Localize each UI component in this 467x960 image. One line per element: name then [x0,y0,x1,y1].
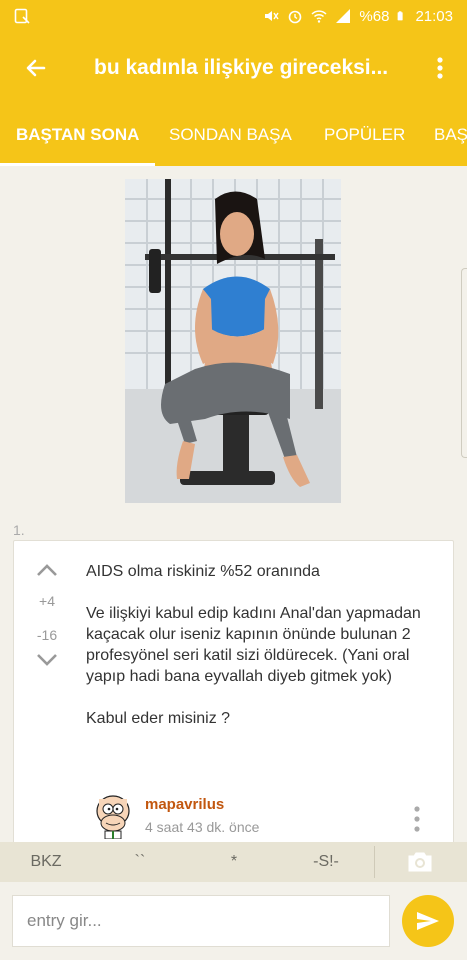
alarm-icon [289,10,302,24]
screenshot-icon [14,8,30,24]
send-button[interactable] [402,895,454,947]
entry-time[interactable]: 4 saat 43 dk. önce [145,819,259,835]
downvote-button[interactable] [32,653,62,672]
back-arrow-icon [26,59,46,77]
back-button[interactable] [0,32,72,104]
hidden-bkz-button[interactable]: `` [108,842,172,882]
sort-tabs: BAŞTAN SONA SONDAN BAŞA POPÜLER BAŞ [0,104,467,166]
entry-input[interactable] [12,895,390,947]
entry-card: +4 -16 AIDS olma riskiniz %52 oranında V… [13,540,454,842]
entry-list[interactable]: 1. +4 -16 AIDS olma riskiniz %52 oranınd… [0,166,467,842]
author-link[interactable]: mapavrilus [145,796,224,813]
app-bar: bu kadınla ilişkiye gireceksi... [0,32,467,104]
avatar[interactable] [89,791,137,839]
battery-percent: %68 [359,7,390,25]
entry-paragraph: AIDS olma riskiniz %52 oranında [86,563,320,580]
formatting-bar: BKZ `` * -S!- [0,842,467,882]
chevron-up-icon [37,564,57,576]
more-vert-icon [437,57,443,79]
camera-icon [408,852,432,872]
chevron-down-icon [37,654,57,666]
tab-sondan-basa[interactable]: SONDAN BAŞA [169,104,292,166]
clock: 21:03 [415,7,453,25]
camera-button[interactable] [392,842,448,882]
entry-number: 1. [13,522,25,538]
entry-image[interactable] [125,179,341,503]
signal-icon [336,9,351,23]
upvote-button[interactable] [32,563,62,582]
status-bar: %68 21:03 [0,0,467,32]
upvote-count: +4 [39,593,55,609]
bkz-button[interactable]: BKZ [14,842,78,882]
wifi-icon [311,10,327,23]
downvote-count: -16 [36,627,58,643]
spoiler-button[interactable]: -S!- [294,842,358,882]
entry-composer [0,882,467,960]
send-icon [417,912,439,930]
mute-icon [265,11,280,21]
page-title: bu kadınla ilişkiye gireceksi... [94,56,389,79]
entry-paragraph: Kabul eder misiniz ? [86,710,231,727]
tab-bastan-sona[interactable]: BAŞTAN SONA [0,104,156,166]
entry-body: AIDS olma riskiniz %52 oranında Ve ilişk… [86,561,436,750]
more-vert-icon[interactable] [409,805,425,833]
asterisk-button[interactable]: * [202,842,266,882]
overflow-menu-button[interactable] [425,52,455,84]
divider [374,846,375,878]
entry-paragraph: Ve ilişkiyi kabul edip kadını Anal'dan y… [86,605,421,685]
battery-icon [398,11,404,21]
tab-populer[interactable]: POPÜLER [324,104,405,166]
scroll-handle[interactable] [461,268,467,458]
tab-bas[interactable]: BAŞ [434,104,467,166]
